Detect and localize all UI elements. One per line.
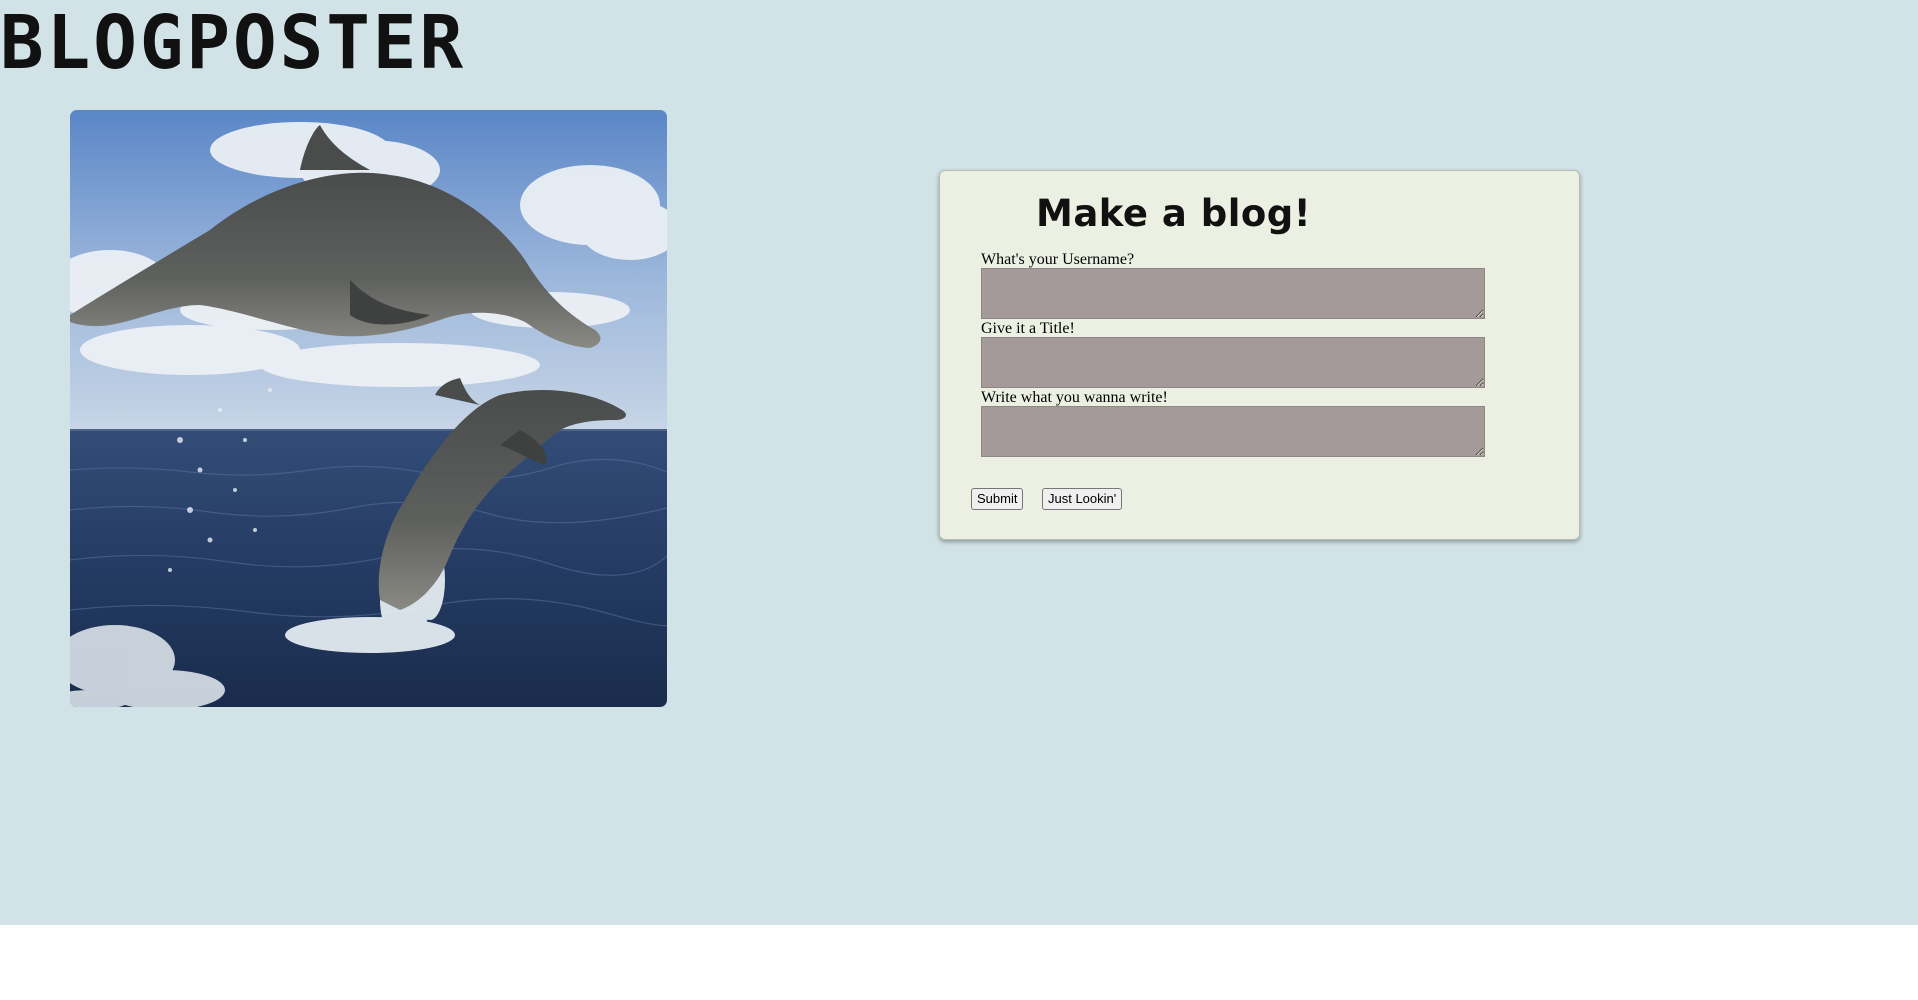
submit-button[interactable]: Submit — [971, 488, 1024, 510]
just-lookin-button[interactable]: Just Lookin' — [1042, 488, 1123, 510]
form-heading: Make a blog! — [1036, 192, 1312, 235]
blog-form-panel: Make a blog! What's your Username? Give … — [939, 170, 1580, 540]
username-field[interactable] — [981, 268, 1485, 319]
title-label: Give it a Title! — [981, 320, 1075, 337]
site-title: BLOGPOSTER — [0, 0, 467, 86]
title-field[interactable] — [981, 337, 1485, 388]
dolphin-photo — [70, 110, 667, 707]
body-field[interactable] — [981, 406, 1485, 457]
body-label: Write what you wanna write! — [981, 389, 1168, 406]
username-label: What's your Username? — [981, 251, 1135, 268]
